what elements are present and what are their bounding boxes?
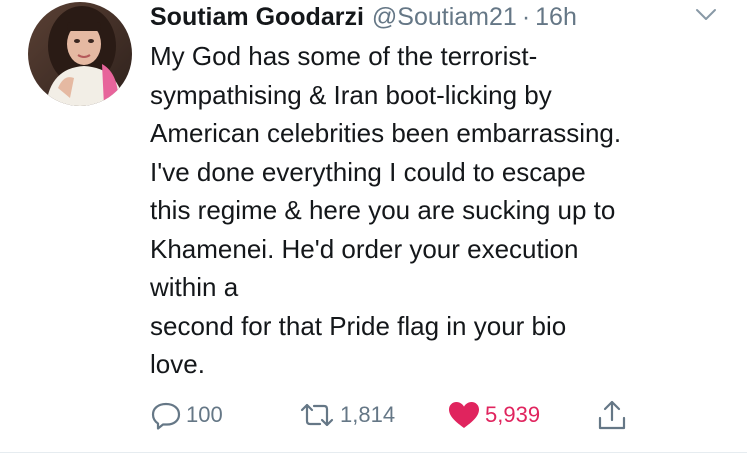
retweet-button[interactable]: 1,814 xyxy=(298,395,395,435)
tweet-text-line: I've done everything I could to escape xyxy=(150,156,586,187)
tweet-text-line: American celebrities been embarrassing. xyxy=(150,118,622,148)
share-button[interactable] xyxy=(596,395,628,435)
reply-button[interactable]: 100 xyxy=(150,395,223,435)
avatar-image xyxy=(28,2,132,106)
tweet-content: Soutiam Goodarzi @Soutiam21 · 16h My God… xyxy=(150,0,740,384)
tweet: Soutiam Goodarzi @Soutiam21 · 16h My God… xyxy=(0,0,747,453)
tweet-text: My God has some of the terrorist- sympat… xyxy=(150,37,740,384)
tweet-text-line: second for that Pride flag in your bio xyxy=(150,310,567,341)
author-handle[interactable]: @Soutiam21 xyxy=(372,0,517,34)
tweet-text-line: within a xyxy=(150,272,239,302)
author-name[interactable]: Soutiam Goodarzi xyxy=(150,0,364,34)
reply-icon xyxy=(151,402,181,430)
retweet-count: 1,814 xyxy=(340,402,396,427)
tweet-text-line: sympathising & Iran boot-licking by xyxy=(150,79,552,110)
like-button[interactable]: 5,939 xyxy=(447,395,540,435)
tweet-text-line: My God has some of the terrorist- xyxy=(150,41,538,71)
separator-dot: · xyxy=(521,3,531,31)
like-count: 5,939 xyxy=(485,402,541,427)
tweet-text-line: this regime & here you are sucking up to xyxy=(150,195,616,225)
share-icon xyxy=(598,400,626,430)
tweet-text-line: Khamenei. He'd order your execution xyxy=(150,233,579,264)
chevron-down-icon xyxy=(696,9,716,20)
tweet-actions: 100 1,814 5,939 xyxy=(150,395,670,435)
heart-icon xyxy=(449,402,479,428)
reply-count: 100 xyxy=(186,402,223,427)
tweet-menu-button[interactable] xyxy=(695,8,717,22)
tweet-header: Soutiam Goodarzi @Soutiam21 · 16h xyxy=(150,0,740,34)
avatar[interactable] xyxy=(28,2,132,106)
timestamp[interactable]: 16h xyxy=(535,0,577,34)
tweet-text-line: love. xyxy=(150,349,205,379)
retweet-icon xyxy=(300,403,334,427)
